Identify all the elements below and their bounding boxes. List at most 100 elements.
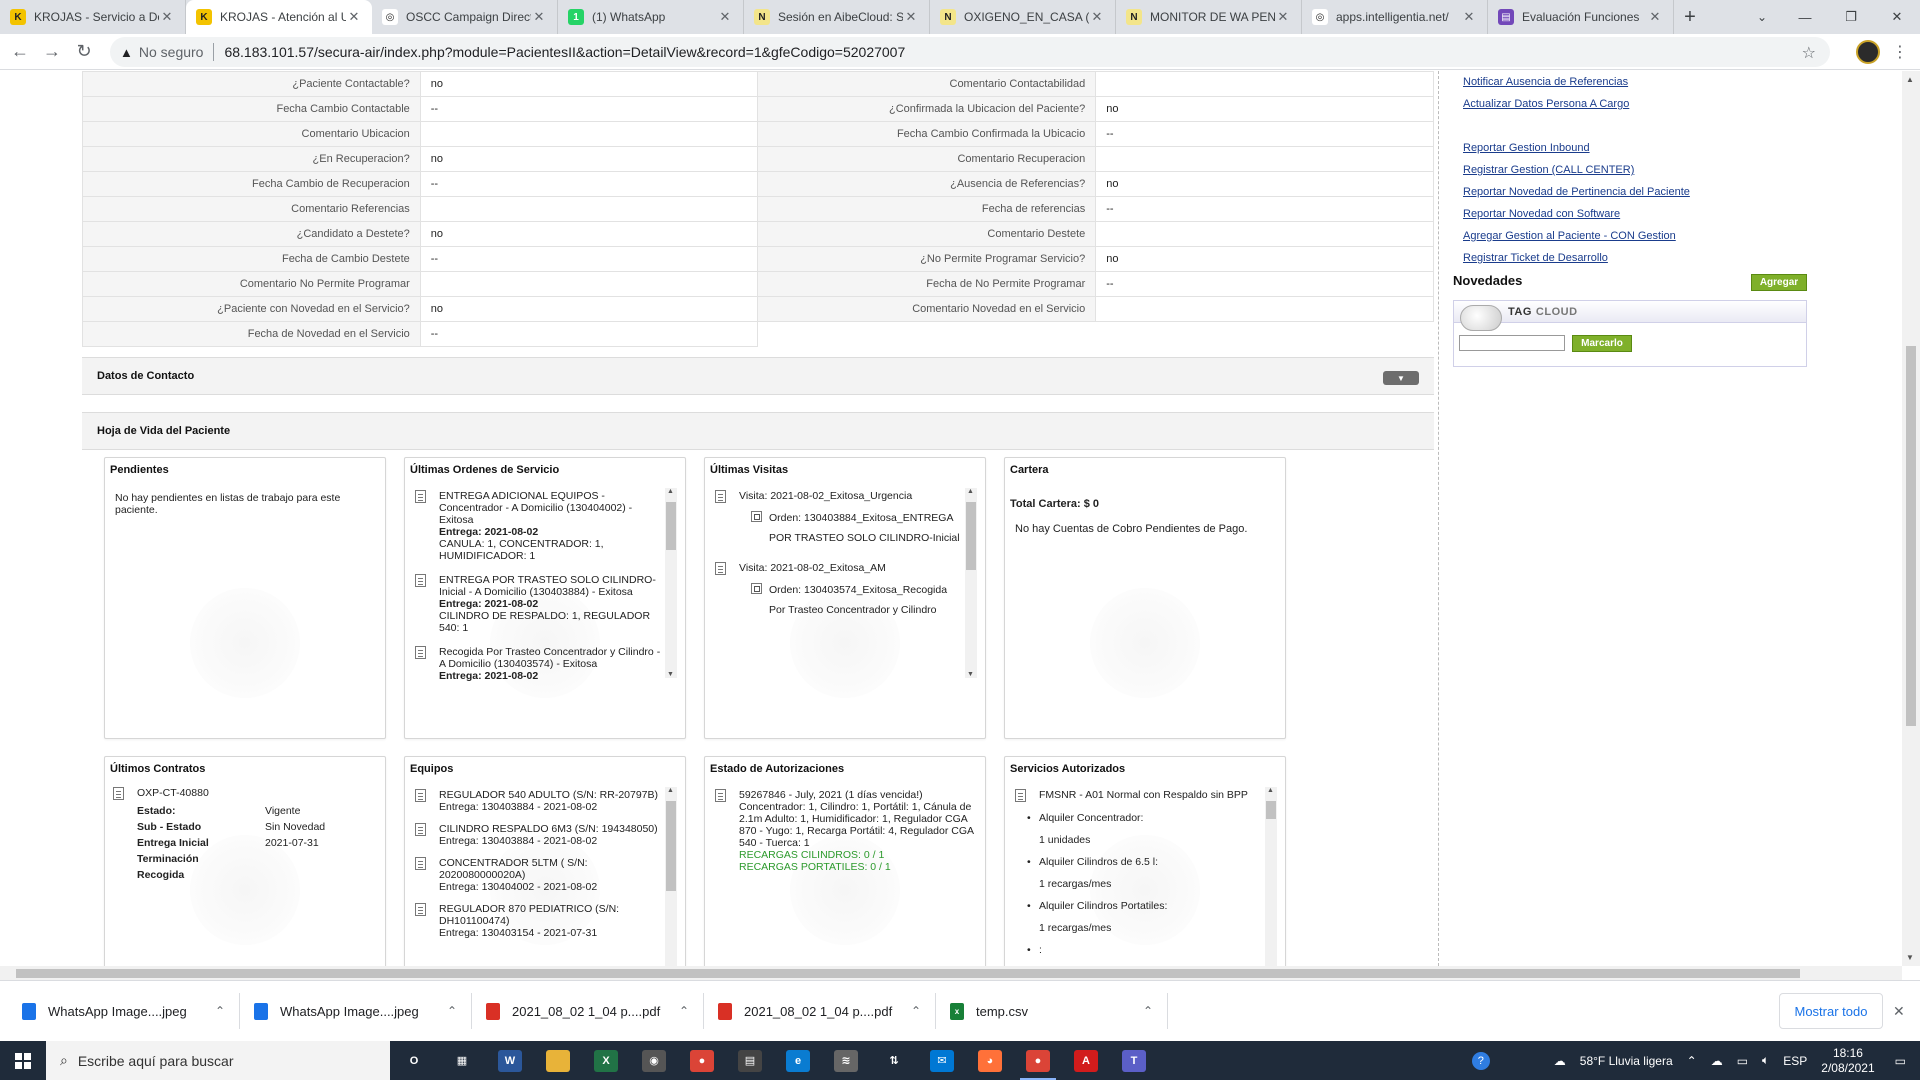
edge-taskbar-icon[interactable]: e — [774, 1041, 822, 1080]
page-horizontal-scrollbar[interactable] — [0, 966, 1902, 980]
show-all-downloads-button[interactable]: Mostrar todo — [1779, 993, 1883, 1029]
notifications-icon[interactable]: ▭ — [1895, 1054, 1906, 1068]
taskbar-search[interactable]: ⌕ Escribe aquí para buscar — [46, 1041, 390, 1080]
clock[interactable]: 18:16 2/08/2021 — [1821, 1046, 1874, 1076]
close-window-button[interactable]: ✕ — [1874, 0, 1920, 34]
maximize-button[interactable]: ❐ — [1828, 0, 1874, 34]
store-taskbar-icon[interactable]: ▤ — [726, 1041, 774, 1080]
hscroll-thumb[interactable] — [16, 969, 1800, 978]
browser-tab[interactable]: K KROJAS - Servicio a Do ✕ — [0, 0, 186, 34]
equipo-entry[interactable]: REGULADOR 540 ADULTO (S/N: RR-20797B) Ent… — [415, 789, 663, 813]
browser-menu-icon[interactable]: ⋮ — [1892, 42, 1908, 62]
action-link[interactable]: Reportar Gestion Inbound — [1463, 137, 1883, 159]
action-link[interactable]: Reportar Novedad con Software — [1463, 203, 1883, 225]
browser-tab[interactable]: N Sesión en AibeCloud: S ✕ — [744, 0, 930, 34]
action-link[interactable]: Agregar Gestion al Paciente - CON Gestio… — [1463, 225, 1883, 247]
minimize-button[interactable]: — — [1782, 0, 1828, 34]
agregar-button[interactable]: Agregar — [1751, 274, 1807, 291]
network-icon[interactable]: ▭ — [1737, 1054, 1748, 1068]
new-tab-button[interactable]: + — [1674, 0, 1706, 34]
scroll-thumb[interactable] — [1906, 346, 1916, 726]
bookmark-star-icon[interactable]: ☆ — [1802, 43, 1816, 63]
equipos-scrollbar[interactable]: ▲ — [665, 787, 677, 966]
tab-close-icon[interactable]: ✕ — [717, 9, 733, 25]
browser-tab[interactable]: N OXIGENO_EN_CASA (S ✕ — [930, 0, 1116, 34]
expand-toggle-icon[interactable]: ▼ — [1383, 371, 1419, 385]
tab-close-icon[interactable]: ✕ — [1275, 9, 1291, 25]
tab-close-icon[interactable]: ✕ — [531, 9, 547, 25]
excel-taskbar-icon[interactable]: X — [582, 1041, 630, 1080]
teams-taskbar-icon[interactable]: T — [1110, 1041, 1158, 1080]
volume-icon[interactable]: 🔈︎ — [1762, 1053, 1769, 1068]
tag-input[interactable] — [1459, 335, 1565, 351]
browser-tab[interactable]: ◎ OSCC Campaign Direct ✕ — [372, 0, 558, 34]
download-item[interactable]: WhatsApp Image....jpeg ⌃ — [14, 993, 240, 1029]
equipo-entry[interactable]: REGULADOR 870 PEDIATRICO (S/N: DH1011004… — [415, 903, 663, 939]
back-button[interactable]: ← — [4, 36, 36, 68]
marcarlo-button[interactable]: Marcarlo — [1572, 335, 1632, 352]
equipo-entry[interactable]: CILINDRO RESPALDO 6M3 (S/N: 194348050) En… — [415, 823, 663, 847]
equipo-entry[interactable]: CONCENTRADOR 5LTM ( S/N: 2020080000020A)… — [415, 857, 663, 893]
chevron-up-icon[interactable]: ⌃ — [215, 1004, 239, 1018]
chrome-taskbar-icon[interactable]: ● — [678, 1041, 726, 1080]
scroll-up-arrow-icon[interactable]: ▲ — [1906, 75, 1914, 84]
close-download-bar-icon[interactable]: ✕ — [1893, 1003, 1905, 1020]
app-arrows-taskbar-icon[interactable]: ⇅ — [870, 1041, 918, 1080]
tray-chevron-icon[interactable]: ⌃ — [1687, 1054, 1697, 1068]
tab-close-icon[interactable]: ✕ — [1647, 9, 1663, 25]
orden-entry[interactable]: ENTREGA POR TRASTEO SOLO CILINDRO-Inicia… — [415, 574, 663, 634]
visita-entry[interactable]: Visita: 2021-08-02_Exitosa_Urgencia Orden… — [715, 490, 963, 548]
onedrive-icon[interactable]: ☁ — [1711, 1054, 1723, 1068]
download-item[interactable]: 2021_08_02 1_04 p....pdf ⌃ — [478, 993, 704, 1029]
action-link[interactable]: Notificar Ausencia de Referencias — [1463, 71, 1883, 93]
start-button[interactable] — [0, 1041, 46, 1080]
weather-text[interactable]: 58°F Lluvia ligera — [1580, 1054, 1673, 1068]
ordenes-scrollbar[interactable]: ▲ ▼ — [665, 488, 677, 678]
download-item[interactable]: x temp.csv ⌃ — [942, 993, 1168, 1029]
tab-close-icon[interactable]: ✕ — [903, 9, 919, 25]
tab-close-icon[interactable]: ✕ — [346, 9, 362, 25]
chevron-up-icon[interactable]: ⌃ — [1143, 1004, 1167, 1018]
visita-entry[interactable]: Visita: 2021-08-02_Exitosa_AM Orden: 1304… — [715, 562, 963, 620]
tab-close-icon[interactable]: ✕ — [159, 9, 175, 25]
file-explorer-taskbar-icon[interactable] — [534, 1041, 582, 1080]
servicios-scrollbar[interactable]: ▲ — [1265, 787, 1277, 966]
profile-avatar[interactable] — [1856, 40, 1880, 64]
browser-tab[interactable]: 1 (1) WhatsApp ✕ — [558, 0, 744, 34]
chevron-up-icon[interactable]: ⌃ — [679, 1004, 703, 1018]
page-vertical-scrollbar[interactable]: ▲ ▼ — [1902, 71, 1920, 966]
url-bar[interactable]: ▲ No seguro 68.183.101.57/secura-air/ind… — [110, 37, 1830, 67]
download-item[interactable]: 2021_08_02 1_04 p....pdf ⌃ — [710, 993, 936, 1029]
reload-button[interactable]: ↻ — [68, 36, 100, 68]
visitas-scrollbar[interactable]: ▲ ▼ — [965, 488, 977, 678]
orden-entry[interactable]: ENTREGA ADICIONAL EQUIPOS - Concentrador… — [415, 490, 663, 562]
tab-close-icon[interactable]: ✕ — [1089, 9, 1105, 25]
firefox-taskbar-icon[interactable]: ◕ — [966, 1041, 1014, 1080]
word-taskbar-icon[interactable]: W — [486, 1041, 534, 1080]
contrato-code[interactable]: OXP-CT-40880 — [137, 787, 209, 799]
browser-tab[interactable]: ▤ Evaluación Funciones ✕ — [1488, 0, 1674, 34]
camera-taskbar-icon[interactable]: ◉ — [630, 1041, 678, 1080]
forward-button[interactable]: → — [36, 36, 68, 68]
action-link[interactable]: Reportar Novedad de Pertinencia del Paci… — [1463, 181, 1883, 203]
chevron-up-icon[interactable]: ⌃ — [911, 1004, 935, 1018]
url-text[interactable]: 68.183.101.57/secura-air/index.php?modul… — [224, 44, 905, 60]
orden-entry[interactable]: Recogida Por Trasteo Concentrador y Cili… — [415, 646, 663, 682]
tab-search-icon[interactable]: ⌄ — [1742, 0, 1782, 34]
browser-tab[interactable]: ◎ apps.intelligentia.net/ ✕ — [1302, 0, 1488, 34]
mail-taskbar-icon[interactable]: ✉ — [918, 1041, 966, 1080]
help-icon[interactable]: ? — [1471, 1051, 1490, 1070]
widgets-taskbar-icon[interactable]: ▦ — [438, 1041, 486, 1080]
browser-tab[interactable]: N MONITOR DE WA PEN ✕ — [1116, 0, 1302, 34]
section-datos-contacto[interactable]: Datos de Contacto ▼ — [82, 357, 1434, 395]
download-item[interactable]: WhatsApp Image....jpeg ⌃ — [246, 993, 472, 1029]
task-view-taskbar-icon[interactable]: O — [390, 1041, 438, 1080]
action-link[interactable]: Registrar Gestion (CALL CENTER) — [1463, 159, 1883, 181]
weather-icon[interactable]: ☁ — [1554, 1054, 1566, 1068]
browser-tab[interactable]: K KROJAS - Atención al U ✕ — [186, 0, 372, 34]
chrome-active-taskbar-icon[interactable]: ● — [1014, 1041, 1062, 1080]
acrobat-taskbar-icon[interactable]: A — [1062, 1041, 1110, 1080]
app-gray-taskbar-icon[interactable]: ≋ — [822, 1041, 870, 1080]
language-indicator[interactable]: ESP — [1783, 1054, 1807, 1068]
action-link[interactable]: Registrar Ticket de Desarrollo — [1463, 247, 1883, 269]
